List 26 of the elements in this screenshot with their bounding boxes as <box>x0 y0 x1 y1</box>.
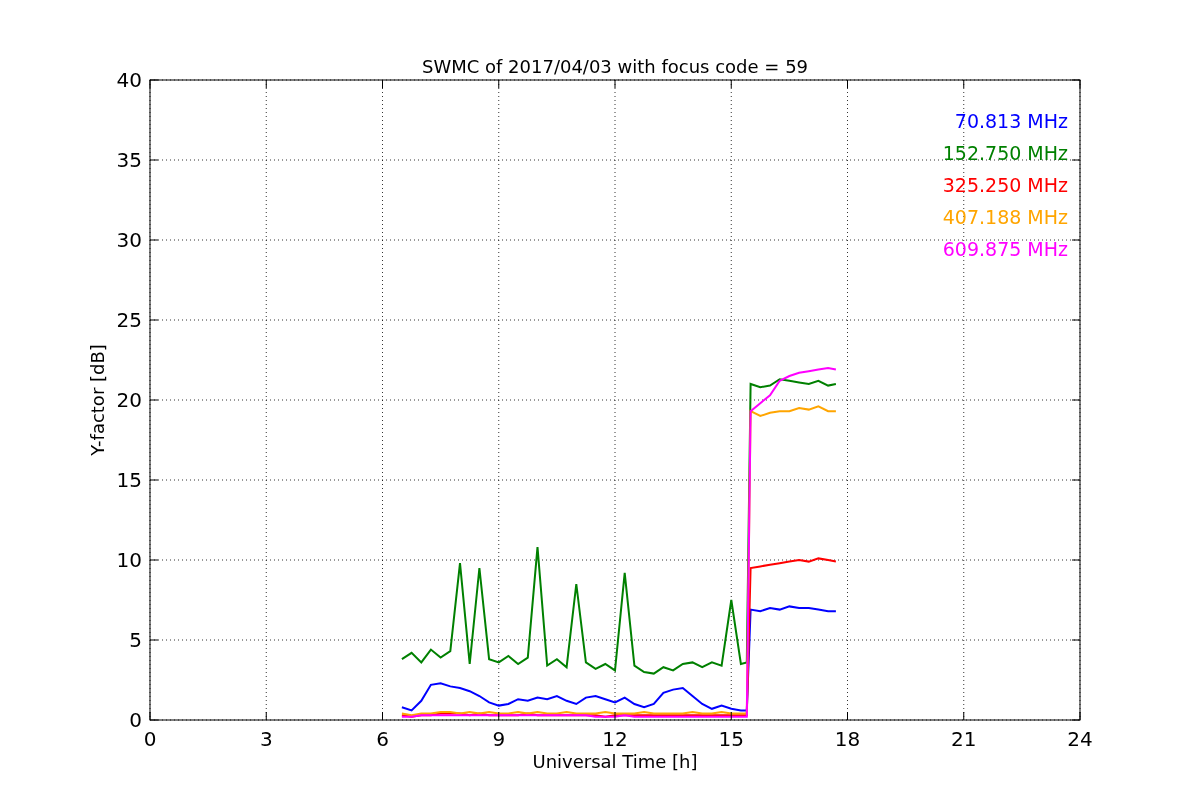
chart-title: SWMC of 2017/04/03 with focus code = 59 <box>421 56 809 77</box>
legend-label: 407.188 MHz <box>942 206 1068 228</box>
y-tick-label: 10 <box>116 548 142 572</box>
y-axis-label: Y-factor [dB] <box>87 344 108 456</box>
legend-label: 609.875 MHz <box>942 238 1068 260</box>
y-tick-label: 0 <box>129 708 142 732</box>
x-tick-label: 15 <box>718 727 744 751</box>
y-tick-label: 25 <box>116 308 142 332</box>
x-tick-label: 3 <box>259 727 273 751</box>
y-tick-label: 40 <box>116 68 142 92</box>
y-tick-label: 35 <box>116 148 142 172</box>
y-tick-label: 15 <box>116 468 142 492</box>
x-tick-label: 12 <box>602 727 628 751</box>
legend-label: 325.250 MHz <box>942 174 1068 196</box>
legend-label: 152.750 MHz <box>942 142 1068 164</box>
y-tick-label: 20 <box>116 388 142 412</box>
x-tick-label: 18 <box>834 727 861 751</box>
x-tick-label: 21 <box>951 727 977 751</box>
x-tick-label: 24 <box>1067 727 1093 751</box>
x-axis-label: Universal Time [h] <box>532 751 698 772</box>
x-tick-label: 0 <box>143 727 157 751</box>
x-tick-label: 6 <box>376 727 389 751</box>
x-tick-label: 9 <box>492 727 506 751</box>
y-tick-label: 30 <box>116 228 142 252</box>
legend-label: 70.813 MHz <box>954 110 1068 132</box>
y-tick-label: 5 <box>129 628 142 652</box>
